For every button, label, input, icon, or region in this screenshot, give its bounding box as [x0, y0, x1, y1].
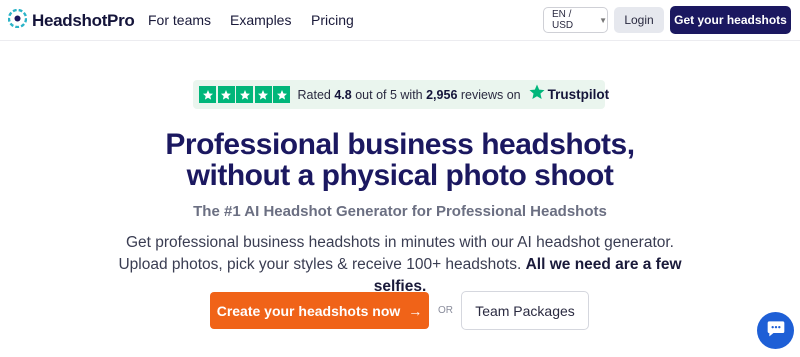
chat-bubble-icon: [766, 318, 786, 343]
rating-text: Rated 4.8 out of 5 with 2,956 reviews on: [298, 88, 521, 102]
star-icon: [199, 86, 216, 103]
chevron-down-icon: ▼: [599, 15, 607, 25]
language-currency-value: EN / USD: [552, 9, 574, 31]
star-icon: [217, 86, 235, 103]
get-your-headshots-button[interactable]: Get your headshots: [670, 6, 791, 34]
logo[interactable]: HeadshotPro: [7, 8, 135, 33]
trustpilot-star-icon: [528, 83, 546, 106]
language-currency-select[interactable]: EN / USD ▼: [543, 7, 608, 33]
review-count: 2,956: [426, 87, 458, 102]
hero-description: Get professional business headshots in m…: [100, 232, 700, 298]
star-icon: [254, 86, 272, 103]
nav-link-pricing[interactable]: Pricing: [311, 12, 354, 28]
trustpilot-logo: Trustpilot: [528, 83, 610, 106]
rating-middle: out of 5 with: [355, 87, 423, 102]
arrow-right-icon: →: [408, 302, 423, 319]
nav-link-examples[interactable]: Examples: [230, 12, 291, 28]
hero-subtitle: The #1 AI Headshot Generator for Profess…: [193, 203, 607, 220]
star-rating: [199, 86, 292, 103]
team-packages-button[interactable]: Team Packages: [461, 291, 589, 330]
logo-icon: [7, 8, 28, 33]
login-button[interactable]: Login: [614, 7, 664, 33]
hero-title-line-2: without a physical photo shoot: [186, 159, 614, 192]
star-icon: [236, 86, 253, 103]
rating-suffix: reviews on: [460, 87, 521, 102]
chat-widget-button[interactable]: [757, 312, 794, 349]
or-separator: OR: [438, 305, 453, 316]
star-icon: [273, 86, 290, 103]
nav-link-for-teams[interactable]: For teams: [148, 12, 211, 28]
top-navigation: HeadshotPro For teams Examples Pricing E…: [0, 0, 800, 41]
trustpilot-brand: Trustpilot: [547, 87, 610, 102]
logo-text: HeadshotPro: [32, 11, 135, 30]
create-headshots-button[interactable]: Create your headshots now →: [210, 292, 429, 329]
rating-value: 4.8: [334, 87, 352, 102]
rating-prefix: Rated: [297, 87, 331, 102]
create-headshots-label: Create your headshots now: [216, 302, 401, 319]
trustpilot-rating-bar[interactable]: Rated 4.8 out of 5 with 2,956 reviews on…: [193, 80, 609, 109]
